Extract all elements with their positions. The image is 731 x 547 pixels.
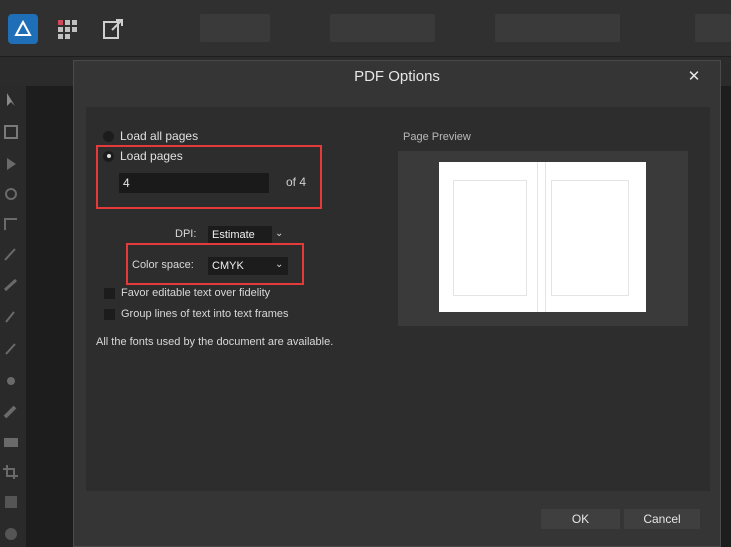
toolbar-button-group[interactable] bbox=[495, 14, 620, 42]
toolbar-button-group[interactable] bbox=[330, 14, 435, 42]
transparency-tool-icon[interactable] bbox=[2, 404, 20, 420]
rectangle-tool-icon[interactable] bbox=[2, 494, 20, 510]
chevron-down-icon[interactable]: ⌄ bbox=[275, 228, 283, 239]
corner-tool-icon[interactable] bbox=[2, 216, 20, 232]
favor-editable-checkbox-row[interactable]: Favor editable text over fidelity bbox=[104, 285, 270, 301]
group-lines-checkbox-row[interactable]: Group lines of text into text frames bbox=[104, 306, 289, 322]
page-preview-title: Page Preview bbox=[403, 131, 471, 143]
export-icon[interactable] bbox=[100, 16, 126, 42]
cancel-button[interactable]: Cancel bbox=[624, 509, 700, 529]
affinity-app-icon[interactable] bbox=[8, 14, 38, 44]
pen-tool-icon[interactable] bbox=[2, 246, 20, 262]
tool-strip bbox=[0, 86, 26, 547]
fill-tool-icon[interactable] bbox=[2, 372, 20, 388]
node-tool-icon[interactable] bbox=[2, 156, 20, 172]
dpi-label: DPI: bbox=[175, 228, 197, 240]
group-lines-label: Group lines of text into text frames bbox=[121, 308, 289, 320]
checkbox[interactable] bbox=[104, 308, 115, 320]
place-image-tool-icon[interactable] bbox=[2, 434, 20, 450]
paint-tool-icon[interactable] bbox=[2, 340, 20, 356]
preview-spine-guide bbox=[545, 162, 546, 312]
ok-button[interactable]: OK bbox=[541, 509, 620, 529]
highlight-color-space bbox=[126, 243, 304, 285]
radio-button[interactable] bbox=[103, 130, 114, 142]
fonts-status-note: All the fonts used by the document are a… bbox=[96, 336, 334, 348]
grid-icon[interactable] bbox=[56, 18, 78, 40]
gear-tool-icon[interactable] bbox=[2, 186, 20, 202]
highlight-load-pages bbox=[96, 145, 322, 209]
page-preview-image bbox=[439, 162, 646, 312]
pointer-tool-icon[interactable] bbox=[2, 92, 20, 108]
crop-frame-tool-icon[interactable] bbox=[2, 124, 20, 140]
dpi-select[interactable]: Estimate bbox=[208, 226, 272, 244]
preview-margin-guide bbox=[551, 180, 629, 296]
dialog-title: PDF Options bbox=[354, 68, 440, 85]
preview-spine-guide bbox=[537, 162, 538, 312]
load-all-pages-option[interactable]: Load all pages bbox=[103, 127, 198, 145]
toolbar-button-group[interactable] bbox=[200, 14, 270, 42]
app-toolbar bbox=[0, 0, 731, 57]
toolbar-button-group[interactable] bbox=[695, 14, 731, 42]
preview-margin-guide bbox=[453, 180, 527, 296]
ellipse-tool-icon[interactable] bbox=[2, 526, 20, 542]
crop-tool-icon[interactable] bbox=[2, 464, 20, 480]
pdf-options-dialog: PDF Options ✕ Load all pages Load pages … bbox=[73, 60, 721, 547]
pencil-tool-icon[interactable] bbox=[2, 276, 20, 292]
brush-tool-icon[interactable] bbox=[2, 308, 20, 324]
checkbox[interactable] bbox=[104, 287, 115, 299]
favor-editable-label: Favor editable text over fidelity bbox=[121, 287, 271, 299]
load-all-pages-label: Load all pages bbox=[120, 129, 199, 143]
close-icon[interactable]: ✕ bbox=[686, 69, 702, 85]
